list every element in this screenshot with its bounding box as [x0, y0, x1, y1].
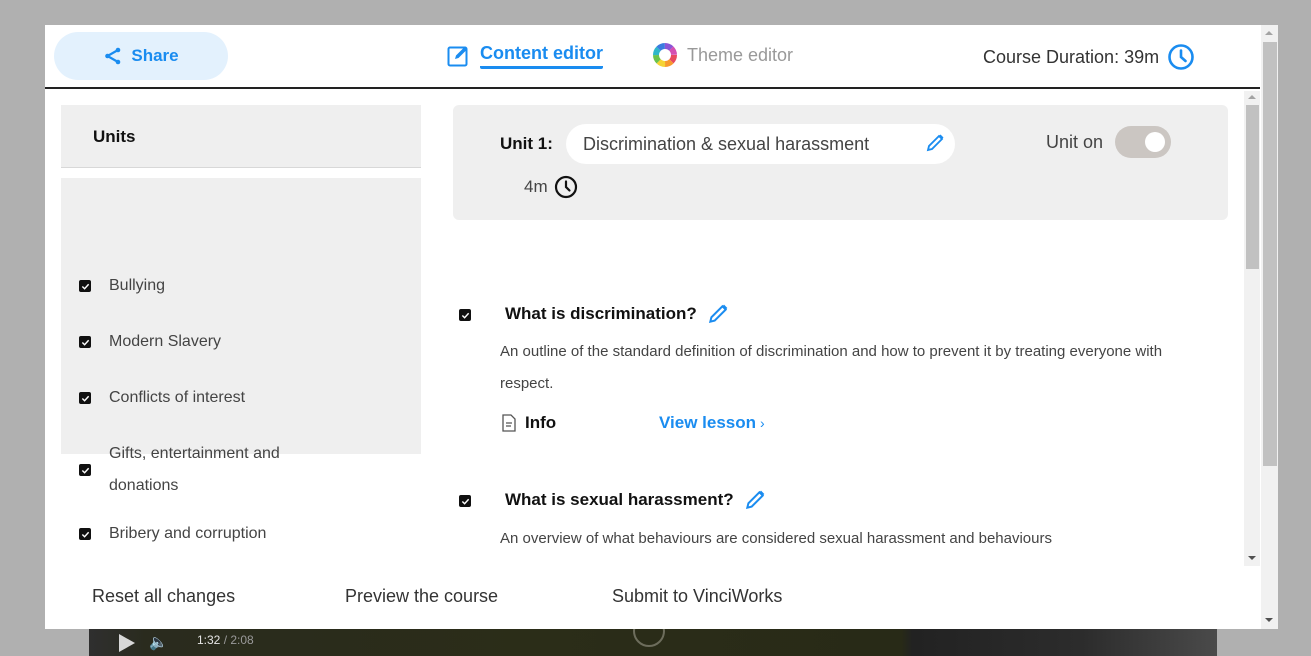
unit-duration-text: 4m [524, 177, 548, 196]
check-icon [461, 312, 469, 319]
modal-scrollbar[interactable] [1261, 25, 1278, 629]
check-icon [81, 467, 89, 474]
share-label: Share [131, 46, 179, 65]
unit-checkbox[interactable] [79, 464, 91, 476]
course-duration-text: Course Duration: 39m [983, 46, 1160, 67]
sidebar-item-gifts[interactable]: Gifts, entertainment and donations [61, 426, 421, 514]
clock-icon [1168, 44, 1194, 70]
sidebar-item-label: Conflicts of interest [109, 389, 246, 406]
check-icon [81, 283, 89, 290]
check-icon [81, 339, 89, 346]
unit-number-label: Unit 1: [500, 134, 553, 153]
unit-on-toggle[interactable] [1115, 126, 1172, 158]
scroll-down-icon[interactable] [1248, 556, 1256, 560]
chevron-right-icon: › [760, 415, 765, 431]
video-current-time: 1:32 [197, 633, 221, 647]
unit-content: Unit 1: Discrimination & sexual harassme… [453, 105, 1228, 565]
sidebar-item-label: Gifts, entertainment and donations [109, 445, 280, 494]
view-lesson-link[interactable]: View lesson › [659, 413, 765, 433]
sidebar-item-label: Bullying [109, 277, 166, 294]
unit-header-card: Unit 1: Discrimination & sexual harassme… [453, 105, 1228, 220]
tab-content-editor[interactable]: Content editor [446, 43, 603, 69]
unit-title-text: Discrimination & sexual harassment [583, 133, 870, 154]
pencil-icon[interactable] [744, 489, 766, 511]
lesson-description: An outline of the standard definition of… [500, 343, 1163, 392]
sidebar-item-label: Bribery and corruption [109, 525, 267, 542]
lesson-description: An overview of what behaviours are consi… [500, 530, 1052, 547]
check-icon [81, 531, 89, 538]
check-icon [81, 395, 89, 402]
color-wheel-icon [653, 43, 677, 67]
units-heading: Units [61, 105, 421, 168]
video-time-separator: / [220, 633, 231, 647]
play-icon[interactable] [119, 634, 135, 652]
reset-changes-button[interactable]: Reset all changes [92, 586, 235, 607]
scroll-down-icon[interactable] [1265, 618, 1273, 622]
lesson-title-text: What is discrimination? [505, 304, 697, 323]
share-icon [105, 47, 121, 65]
tab-content-editor-label: Content editor [480, 43, 603, 69]
lesson-type-label: Info [525, 413, 557, 432]
course-duration: Course Duration: 39m [983, 43, 1195, 71]
sidebar-item-modern-slavery[interactable]: Modern Slavery [61, 314, 421, 370]
unit-on-control: Unit on [1046, 126, 1172, 158]
submit-button[interactable]: Submit to VinciWorks [612, 586, 782, 607]
lesson-checkbox[interactable] [459, 495, 471, 507]
content-scrollbar-thumb[interactable] [1246, 105, 1259, 269]
lesson-title: What is sexual harassment? [505, 489, 766, 511]
content-scrollbar[interactable] [1244, 91, 1260, 566]
preview-course-button[interactable]: Preview the course [345, 586, 498, 607]
scroll-up-icon[interactable] [1265, 31, 1273, 35]
tab-theme-editor-label: Theme editor [687, 44, 794, 65]
lesson-type: Info [501, 413, 556, 433]
share-button[interactable]: Share [54, 32, 228, 80]
top-bar: Share Content editor Theme editor Course… [45, 25, 1260, 89]
modal-scrollbar-thumb[interactable] [1263, 42, 1277, 466]
volume-icon[interactable]: 🔈 [149, 633, 168, 651]
unit-checkbox[interactable] [79, 392, 91, 404]
unit-title-field[interactable]: Discrimination & sexual harassment [566, 124, 955, 164]
clock-icon [554, 175, 577, 199]
unit-checkbox[interactable] [79, 528, 91, 540]
video-total-time: 2:08 [230, 633, 254, 647]
pencil-icon[interactable] [707, 303, 729, 325]
units-list: Bullying Modern Slavery Conflicts of int… [61, 258, 421, 554]
lesson-checkbox[interactable] [459, 309, 471, 321]
unit-checkbox[interactable] [79, 336, 91, 348]
lesson-title: What is discrimination? [505, 303, 729, 325]
check-icon [461, 498, 469, 505]
video-time: 1:32 / 2:08 [197, 633, 254, 647]
sidebar-item-bullying[interactable]: Bullying [61, 258, 421, 314]
document-icon [502, 414, 516, 432]
unit-checkbox[interactable] [79, 280, 91, 292]
pencil-icon[interactable] [925, 133, 945, 153]
lesson-title-text: What is sexual harassment? [505, 490, 734, 509]
sidebar-item-conflicts-of-interest[interactable]: Conflicts of interest [61, 370, 421, 426]
view-lesson-label: View lesson [659, 413, 757, 432]
edit-icon [447, 46, 468, 67]
video-player-controls: 🔈 1:32 / 2:08 [89, 615, 1217, 656]
sidebar-item-bribery[interactable]: Bribery and corruption [61, 514, 421, 554]
unit-duration: 4m [524, 175, 578, 199]
sidebar-item-label: Modern Slavery [109, 333, 222, 350]
tab-theme-editor[interactable]: Theme editor [653, 43, 793, 67]
course-editor-modal: Share Content editor Theme editor Course… [45, 25, 1278, 629]
scroll-up-icon[interactable] [1248, 95, 1256, 99]
unit-on-label: Unit on [1046, 131, 1104, 152]
